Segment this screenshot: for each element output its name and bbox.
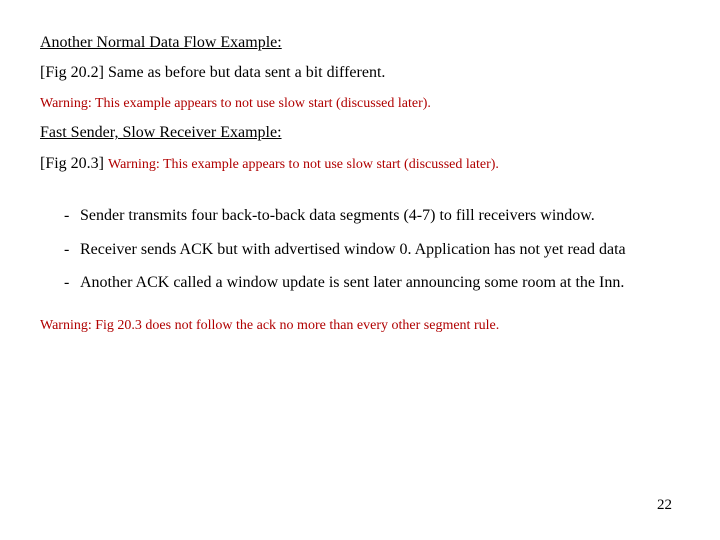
fig-20-2-line: [Fig 20.2] Same as before but data sent … [40, 58, 680, 88]
list-item-text: Another ACK called a window update is se… [80, 266, 680, 300]
fig-20-3-warning: Warning: This example appears to not use… [108, 157, 499, 172]
list-item: Receiver sends ACK but with advertised w… [64, 233, 680, 267]
fig-20-3-line: [Fig 20.3] Warning: This example appears… [40, 149, 680, 179]
fig-20-3-prefix: [Fig 20.3] [40, 155, 108, 172]
footer-warning: Warning: Fig 20.3 does not follow the ac… [40, 318, 680, 334]
section-heading-2: Fast Sender, Slow Receiver Example: [40, 118, 680, 148]
warning-1: Warning: This example appears to not use… [40, 89, 680, 118]
list-item: Sender transmits four back-to-back data … [64, 199, 680, 233]
page: Another Normal Data Flow Example: [Fig 2… [0, 0, 720, 540]
list-item: Another ACK called a window update is se… [64, 266, 680, 300]
list-item-text: Receiver sends ACK but with advertised w… [80, 233, 680, 267]
bullet-list: Sender transmits four back-to-back data … [40, 199, 680, 300]
list-item-text: Sender transmits four back-to-back data … [80, 199, 680, 233]
page-number: 22 [657, 497, 672, 514]
section-heading-1: Another Normal Data Flow Example: [40, 28, 680, 58]
